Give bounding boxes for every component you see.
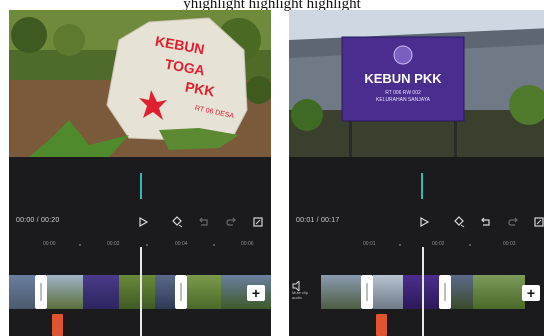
editor-area: 00:01 / 00:17 00:01 00:02 00:03 Mute cli… xyxy=(289,157,544,336)
add-clip-button[interactable]: + xyxy=(247,285,265,301)
clip-thumbnail[interactable] xyxy=(155,275,175,309)
undo-icon[interactable] xyxy=(479,215,493,229)
clip-thumbnail[interactable] xyxy=(119,275,155,309)
ruler-tick: 00:00 xyxy=(43,241,56,247)
sign-subtitle-1: RT 006 RW 002 xyxy=(385,90,421,96)
timecode: 00:01 / 00:17 xyxy=(296,217,340,224)
text-cursor xyxy=(421,173,423,199)
time-ruler[interactable]: 00:01 00:02 00:03 xyxy=(289,238,544,252)
clip-thumbnail[interactable] xyxy=(9,275,35,309)
keyframe-icon[interactable] xyxy=(452,215,466,229)
playback-toolbar: 00:00 / 00:20 xyxy=(9,213,271,233)
video-preview[interactable]: KEBUN PKK RT 006 RW 002 KELURAHAN SANJAY… xyxy=(289,10,544,157)
trim-handle-left[interactable] xyxy=(35,275,47,309)
playhead[interactable] xyxy=(140,247,142,336)
fullscreen-icon[interactable] xyxy=(532,215,544,229)
play-icon[interactable] xyxy=(417,215,431,229)
ruler-tick: 00:02 xyxy=(432,241,445,247)
trim-handle-right[interactable] xyxy=(439,275,451,309)
right-editor-screen: KEBUN PKK RT 006 RW 002 KELURAHAN SANJAY… xyxy=(289,10,544,336)
ruler-tick: 00:03 xyxy=(503,241,516,247)
clip-thumbnail[interactable] xyxy=(321,275,361,309)
audio-marker[interactable] xyxy=(52,314,63,336)
ruler-tick: 00:06 xyxy=(241,241,254,247)
audio-marker[interactable] xyxy=(376,314,387,336)
playhead[interactable] xyxy=(422,247,424,336)
sign-title: KEBUN PKK xyxy=(364,71,442,86)
clip-thumbnail[interactable] xyxy=(47,275,83,309)
editor-area: 00:00 / 00:20 00:00 00:02 00:04 00:06 + xyxy=(9,157,271,336)
clip-thumbnail[interactable] xyxy=(187,275,221,309)
ruler-tick: 00:01 xyxy=(363,241,376,247)
ruler-dot xyxy=(146,244,148,246)
video-track[interactable]: + xyxy=(289,275,544,309)
left-editor-screen: KEBUN TOGA PKK RT 06 DESA 00:00 / 00:20 xyxy=(9,10,271,336)
preview-image: KEBUN TOGA PKK RT 06 DESA xyxy=(9,10,271,157)
play-icon[interactable] xyxy=(136,215,150,229)
preview-image: KEBUN PKK RT 006 RW 002 KELURAHAN SANJAY… xyxy=(289,10,544,157)
trim-handle-left[interactable] xyxy=(361,275,373,309)
sign-subtitle-2: KELURAHAN SANJAYA xyxy=(376,97,431,103)
undo-icon[interactable] xyxy=(197,215,211,229)
ruler-tick: 00:02 xyxy=(107,241,120,247)
ruler-dot xyxy=(399,244,401,246)
ruler-tick: 00:04 xyxy=(175,241,188,247)
clip-thumbnail[interactable] xyxy=(373,275,403,309)
trim-handle-right[interactable] xyxy=(175,275,187,309)
keyframe-icon[interactable] xyxy=(170,215,184,229)
redo-icon[interactable] xyxy=(224,215,238,229)
video-preview[interactable]: KEBUN TOGA PKK RT 06 DESA xyxy=(9,10,271,157)
text-cursor xyxy=(140,173,142,199)
playback-toolbar: 00:01 / 00:17 xyxy=(289,213,544,233)
ruler-dot xyxy=(213,244,215,246)
clip-thumbnail[interactable] xyxy=(451,275,473,309)
clip-thumbnail[interactable] xyxy=(473,275,525,309)
clip-thumbnail[interactable] xyxy=(403,275,439,309)
fullscreen-icon[interactable] xyxy=(251,215,265,229)
ruler-dot xyxy=(469,244,471,246)
timecode: 00:00 / 00:20 xyxy=(16,217,60,224)
clip-thumbnail[interactable] xyxy=(83,275,119,309)
ruler-dot xyxy=(79,244,81,246)
add-clip-button[interactable]: + xyxy=(522,285,540,301)
redo-icon[interactable] xyxy=(506,215,520,229)
